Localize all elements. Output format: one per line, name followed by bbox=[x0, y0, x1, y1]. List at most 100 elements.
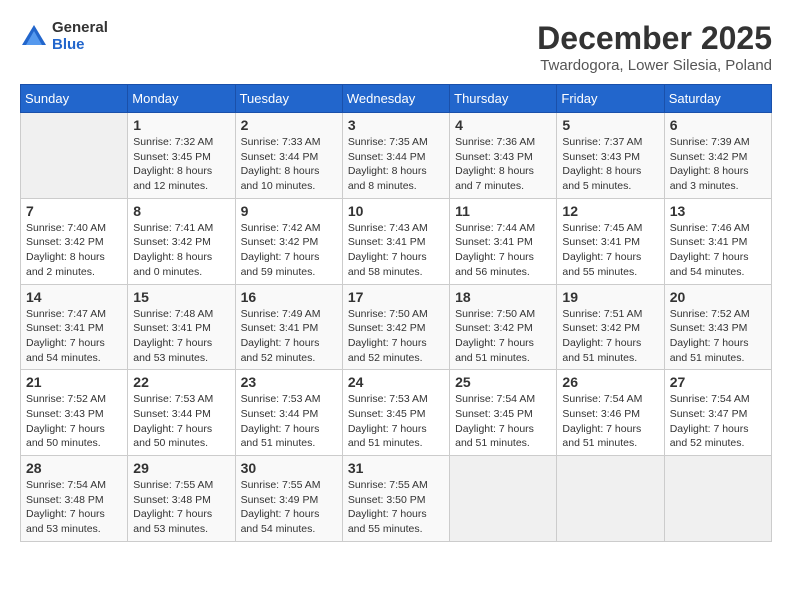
calendar-cell: 1 Sunrise: 7:32 AM Sunset: 3:45 PM Daylig… bbox=[128, 113, 235, 199]
calendar-cell: 30Sunrise: 7:55 AM Sunset: 3:49 PM Dayli… bbox=[235, 456, 342, 542]
calendar-cell: 2 Sunrise: 7:33 AM Sunset: 3:44 PM Daylig… bbox=[235, 113, 342, 199]
day-number: 23 bbox=[241, 374, 337, 390]
title-block: December 2025 Twardogora, Lower Silesia,… bbox=[537, 20, 772, 74]
calendar-cell: 22 Sunrise: 7:53 AM Sunset: 3:44 PM Dayli… bbox=[128, 370, 235, 456]
day-info: Sunrise: 7:53 AM Sunset: 3:45 PM Dayligh… bbox=[348, 392, 444, 451]
calendar-cell bbox=[557, 456, 664, 542]
calendar-cell: 13 Sunrise: 7:46 AM Sunset: 3:41 PM Dayli… bbox=[664, 198, 771, 284]
day-info: Sunrise: 7:46 AM Sunset: 3:41 PM Dayligh… bbox=[670, 221, 766, 280]
day-number: 10 bbox=[348, 203, 444, 219]
day-number: 18 bbox=[455, 289, 551, 305]
day-number: 25 bbox=[455, 374, 551, 390]
day-info: Sunrise: 7:50 AM Sunset: 3:42 PM Dayligh… bbox=[348, 307, 444, 366]
day-number: 5 bbox=[562, 117, 658, 133]
day-info: Sunrise: 7:49 AM Sunset: 3:41 PM Dayligh… bbox=[241, 307, 337, 366]
day-info: Sunrise: 7:52 AM Sunset: 3:43 PM Dayligh… bbox=[26, 392, 122, 451]
header-cell-thursday: Thursday bbox=[450, 85, 557, 113]
calendar-cell: 23Sunrise: 7:53 AM Sunset: 3:44 PM Dayli… bbox=[235, 370, 342, 456]
calendar-cell: 9 Sunrise: 7:42 AM Sunset: 3:42 PM Daylig… bbox=[235, 198, 342, 284]
logo-icon bbox=[20, 23, 48, 51]
day-info: Sunrise: 7:50 AM Sunset: 3:42 PM Dayligh… bbox=[455, 307, 551, 366]
day-info: Sunrise: 7:52 AM Sunset: 3:43 PM Dayligh… bbox=[670, 307, 766, 366]
day-number: 1 bbox=[133, 117, 229, 133]
calendar-cell: 31 Sunrise: 7:55 AM Sunset: 3:50 PM Dayli… bbox=[342, 456, 449, 542]
calendar-cell: 11Sunrise: 7:44 AM Sunset: 3:41 PM Dayli… bbox=[450, 198, 557, 284]
day-info: Sunrise: 7:42 AM Sunset: 3:42 PM Dayligh… bbox=[241, 221, 337, 280]
header-cell-saturday: Saturday bbox=[664, 85, 771, 113]
logo-general: General bbox=[52, 20, 108, 37]
calendar-cell: 20Sunrise: 7:52 AM Sunset: 3:43 PM Dayli… bbox=[664, 284, 771, 370]
calendar-week-1: 7 Sunrise: 7:40 AM Sunset: 3:42 PM Daylig… bbox=[21, 198, 772, 284]
day-number: 4 bbox=[455, 117, 551, 133]
day-info: Sunrise: 7:54 AM Sunset: 3:46 PM Dayligh… bbox=[562, 392, 658, 451]
day-number: 29 bbox=[133, 460, 229, 476]
calendar-cell: 3Sunrise: 7:35 AM Sunset: 3:44 PM Daylig… bbox=[342, 113, 449, 199]
calendar-cell: 7 Sunrise: 7:40 AM Sunset: 3:42 PM Daylig… bbox=[21, 198, 128, 284]
day-number: 31 bbox=[348, 460, 444, 476]
day-info: Sunrise: 7:36 AM Sunset: 3:43 PM Dayligh… bbox=[455, 135, 551, 194]
calendar-cell: 26 Sunrise: 7:54 AM Sunset: 3:46 PM Dayli… bbox=[557, 370, 664, 456]
header-cell-tuesday: Tuesday bbox=[235, 85, 342, 113]
logo-blue: Blue bbox=[52, 37, 108, 54]
calendar-cell: 27Sunrise: 7:54 AM Sunset: 3:47 PM Dayli… bbox=[664, 370, 771, 456]
day-number: 13 bbox=[670, 203, 766, 219]
header-row: SundayMondayTuesdayWednesdayThursdayFrid… bbox=[21, 85, 772, 113]
calendar-cell: 5 Sunrise: 7:37 AM Sunset: 3:43 PM Daylig… bbox=[557, 113, 664, 199]
calendar-cell bbox=[21, 113, 128, 199]
day-info: Sunrise: 7:55 AM Sunset: 3:50 PM Dayligh… bbox=[348, 478, 444, 537]
calendar-cell: 12Sunrise: 7:45 AM Sunset: 3:41 PM Dayli… bbox=[557, 198, 664, 284]
day-number: 19 bbox=[562, 289, 658, 305]
day-info: Sunrise: 7:45 AM Sunset: 3:41 PM Dayligh… bbox=[562, 221, 658, 280]
calendar-cell: 18 Sunrise: 7:50 AM Sunset: 3:42 PM Dayli… bbox=[450, 284, 557, 370]
day-info: Sunrise: 7:53 AM Sunset: 3:44 PM Dayligh… bbox=[133, 392, 229, 451]
month-title: December 2025 bbox=[537, 20, 772, 57]
calendar: SundayMondayTuesdayWednesdayThursdayFrid… bbox=[20, 84, 772, 542]
day-info: Sunrise: 7:43 AM Sunset: 3:41 PM Dayligh… bbox=[348, 221, 444, 280]
day-number: 16 bbox=[241, 289, 337, 305]
header-cell-wednesday: Wednesday bbox=[342, 85, 449, 113]
calendar-cell: 10 Sunrise: 7:43 AM Sunset: 3:41 PM Dayli… bbox=[342, 198, 449, 284]
day-info: Sunrise: 7:39 AM Sunset: 3:42 PM Dayligh… bbox=[670, 135, 766, 194]
calendar-cell: 15 Sunrise: 7:48 AM Sunset: 3:41 PM Dayli… bbox=[128, 284, 235, 370]
calendar-cell bbox=[664, 456, 771, 542]
day-number: 6 bbox=[670, 117, 766, 133]
calendar-cell bbox=[450, 456, 557, 542]
day-number: 26 bbox=[562, 374, 658, 390]
day-info: Sunrise: 7:48 AM Sunset: 3:41 PM Dayligh… bbox=[133, 307, 229, 366]
day-info: Sunrise: 7:40 AM Sunset: 3:42 PM Dayligh… bbox=[26, 221, 122, 280]
calendar-cell: 14Sunrise: 7:47 AM Sunset: 3:41 PM Dayli… bbox=[21, 284, 128, 370]
day-info: Sunrise: 7:54 AM Sunset: 3:48 PM Dayligh… bbox=[26, 478, 122, 537]
day-info: Sunrise: 7:32 AM Sunset: 3:45 PM Dayligh… bbox=[133, 135, 229, 194]
calendar-body: 1 Sunrise: 7:32 AM Sunset: 3:45 PM Daylig… bbox=[21, 113, 772, 542]
header-cell-monday: Monday bbox=[128, 85, 235, 113]
day-number: 7 bbox=[26, 203, 122, 219]
calendar-week-3: 21Sunrise: 7:52 AM Sunset: 3:43 PM Dayli… bbox=[21, 370, 772, 456]
day-number: 2 bbox=[241, 117, 337, 133]
day-number: 9 bbox=[241, 203, 337, 219]
day-number: 15 bbox=[133, 289, 229, 305]
day-number: 28 bbox=[26, 460, 122, 476]
calendar-cell: 24 Sunrise: 7:53 AM Sunset: 3:45 PM Dayli… bbox=[342, 370, 449, 456]
calendar-cell: 16 Sunrise: 7:49 AM Sunset: 3:41 PM Dayli… bbox=[235, 284, 342, 370]
calendar-cell: 19 Sunrise: 7:51 AM Sunset: 3:42 PM Dayli… bbox=[557, 284, 664, 370]
calendar-cell: 21Sunrise: 7:52 AM Sunset: 3:43 PM Dayli… bbox=[21, 370, 128, 456]
day-info: Sunrise: 7:33 AM Sunset: 3:44 PM Dayligh… bbox=[241, 135, 337, 194]
logo: General Blue bbox=[20, 20, 108, 53]
calendar-week-0: 1 Sunrise: 7:32 AM Sunset: 3:45 PM Daylig… bbox=[21, 113, 772, 199]
day-info: Sunrise: 7:44 AM Sunset: 3:41 PM Dayligh… bbox=[455, 221, 551, 280]
day-number: 8 bbox=[133, 203, 229, 219]
day-number: 24 bbox=[348, 374, 444, 390]
calendar-header: SundayMondayTuesdayWednesdayThursdayFrid… bbox=[21, 85, 772, 113]
day-info: Sunrise: 7:55 AM Sunset: 3:49 PM Dayligh… bbox=[241, 478, 337, 537]
location: Twardogora, Lower Silesia, Poland bbox=[537, 57, 772, 74]
calendar-cell: 29Sunrise: 7:55 AM Sunset: 3:48 PM Dayli… bbox=[128, 456, 235, 542]
calendar-cell: 25 Sunrise: 7:54 AM Sunset: 3:45 PM Dayli… bbox=[450, 370, 557, 456]
day-info: Sunrise: 7:51 AM Sunset: 3:42 PM Dayligh… bbox=[562, 307, 658, 366]
day-info: Sunrise: 7:54 AM Sunset: 3:45 PM Dayligh… bbox=[455, 392, 551, 451]
calendar-week-4: 28 Sunrise: 7:54 AM Sunset: 3:48 PM Dayli… bbox=[21, 456, 772, 542]
day-info: Sunrise: 7:37 AM Sunset: 3:43 PM Dayligh… bbox=[562, 135, 658, 194]
page-header: General Blue December 2025 Twardogora, L… bbox=[20, 20, 772, 74]
header-cell-sunday: Sunday bbox=[21, 85, 128, 113]
day-info: Sunrise: 7:35 AM Sunset: 3:44 PM Dayligh… bbox=[348, 135, 444, 194]
day-number: 22 bbox=[133, 374, 229, 390]
